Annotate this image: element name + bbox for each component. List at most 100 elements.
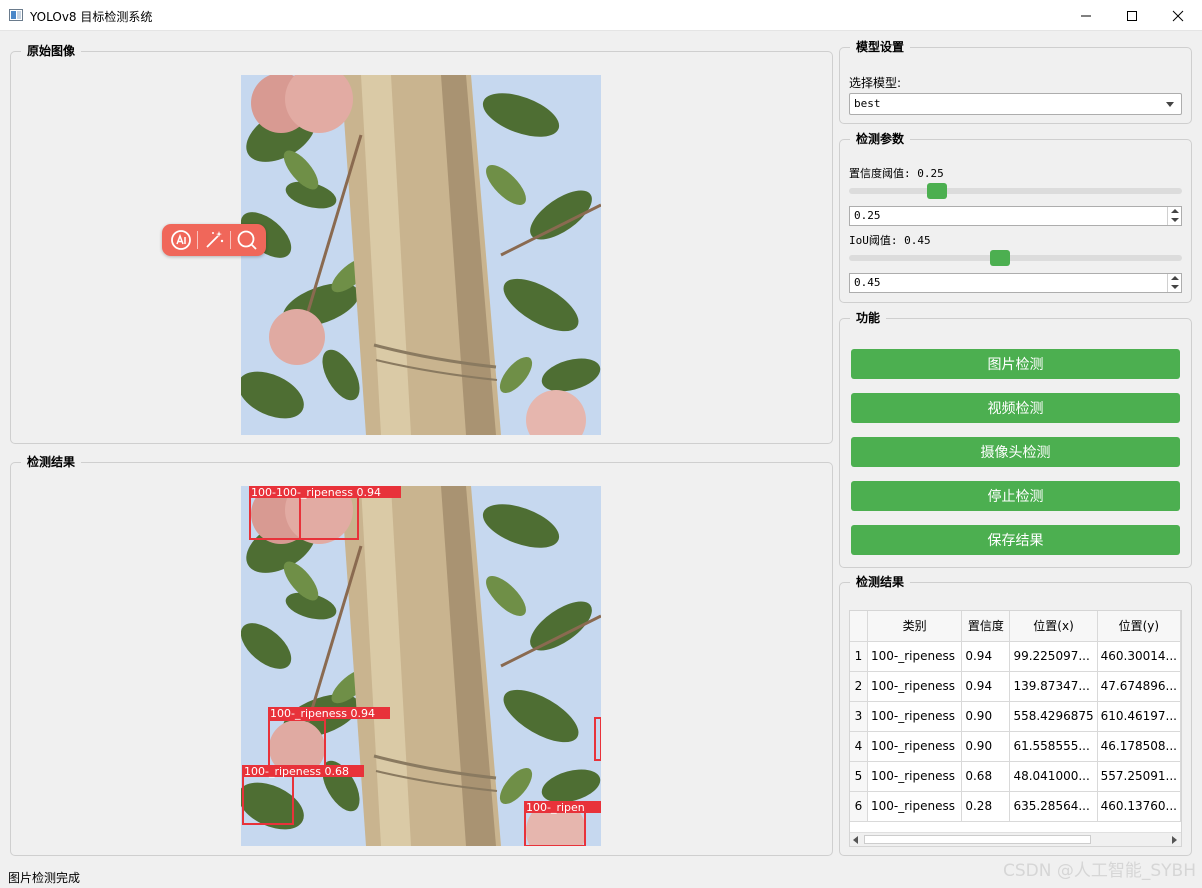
table-row[interactable]: 3 100-_ripeness 0.90 558.4296875 610.461… — [850, 701, 1181, 732]
toolbar-separator — [229, 231, 231, 249]
cell-confidence[interactable]: 0.94 — [961, 641, 1011, 672]
minimize-icon — [1081, 15, 1091, 16]
watermark: CSDN @人工智能_SYBH — [1003, 861, 1196, 881]
spin-buttons[interactable] — [1167, 207, 1181, 225]
row-number[interactable]: 1 — [850, 641, 868, 672]
stop-detect-button[interactable]: 停止检测 — [851, 481, 1180, 511]
cell-y[interactable]: 46.178508... — [1097, 731, 1181, 762]
cell-y[interactable]: 610.46197... — [1097, 701, 1181, 732]
spin-buttons[interactable] — [1167, 274, 1181, 292]
scroll-left-icon[interactable] — [853, 836, 858, 844]
iou-threshold-handle[interactable] — [990, 250, 1010, 266]
spin-down-icon[interactable] — [1171, 285, 1179, 289]
scrollbar-thumb[interactable] — [864, 835, 1091, 844]
cell-x[interactable]: 635.28564... — [1009, 791, 1098, 822]
column-header-class[interactable]: 类别 — [867, 611, 963, 642]
model-select-label: 选择模型: — [849, 76, 902, 90]
column-header-confidence[interactable]: 置信度 — [961, 611, 1011, 642]
cell-class[interactable]: 100-_ripeness — [867, 761, 963, 792]
table-row[interactable]: 6 100-_ripeness 0.28 635.28564... 460.13… — [850, 791, 1181, 822]
table-row[interactable]: 5 100-_ripeness 0.68 48.041000... 557.25… — [850, 761, 1181, 792]
cell-class[interactable]: 100-_ripeness — [867, 731, 963, 762]
table-row[interactable]: 4 100-_ripeness 0.90 61.558555... 46.178… — [850, 731, 1181, 762]
cell-confidence[interactable]: 0.94 — [961, 671, 1011, 702]
detection-label: 100-_ripen — [526, 801, 585, 814]
row-number[interactable]: 3 — [850, 701, 868, 732]
original-image — [241, 75, 601, 435]
detection-label: 100-_ripeness 0.94 — [270, 707, 375, 720]
cell-confidence[interactable]: 0.90 — [961, 701, 1011, 732]
cell-x[interactable]: 139.87347... — [1009, 671, 1098, 702]
chevron-down-icon — [1166, 102, 1174, 107]
cell-y[interactable]: 460.30014... — [1097, 641, 1181, 672]
conf-threshold-handle[interactable] — [927, 183, 947, 199]
row-number[interactable]: 4 — [850, 731, 868, 762]
model-select-value: best — [854, 97, 881, 110]
table-header-row: 类别 置信度 位置(x) 位置(y) — [850, 611, 1181, 642]
functions-title: 功能 — [850, 311, 887, 325]
iou-threshold-value: 0.45 — [854, 276, 881, 289]
conf-threshold-slider[interactable] — [849, 188, 1182, 194]
column-header-x[interactable]: 位置(x) — [1009, 611, 1098, 642]
results-table-title: 检测结果 — [850, 575, 911, 589]
original-image-title: 原始图像 — [21, 44, 82, 58]
cell-class[interactable]: 100-_ripeness — [867, 641, 963, 672]
cell-x[interactable]: 99.225097... — [1009, 641, 1098, 672]
iou-threshold-spinbox[interactable]: 0.45 — [849, 273, 1182, 293]
cell-confidence[interactable]: 0.90 — [961, 731, 1011, 762]
iou-threshold-label: IoU阈值: 0.45 — [849, 234, 931, 247]
conf-threshold-label: 置信度阈值: 0.25 — [849, 167, 944, 180]
detect-params-title: 检测参数 — [850, 132, 911, 146]
cell-class[interactable]: 100-_ripeness — [867, 701, 963, 732]
table-corner[interactable] — [850, 611, 868, 642]
model-select[interactable]: best — [849, 93, 1182, 115]
results-table[interactable]: 类别 置信度 位置(x) 位置(y) 1 100-_ripeness 0.94 … — [849, 610, 1182, 847]
title-bar: YOLOv8 目标检测系统 — [0, 0, 1202, 31]
table-row[interactable]: 2 100-_ripeness 0.94 139.87347... 47.674… — [850, 671, 1181, 702]
close-button[interactable] — [1155, 0, 1201, 31]
iou-threshold-slider[interactable] — [849, 255, 1182, 261]
cell-x[interactable]: 558.4296875 — [1009, 701, 1098, 732]
video-detect-button[interactable]: 视频检测 — [851, 393, 1180, 423]
toolbar-separator — [197, 231, 199, 249]
model-settings-title: 模型设置 — [850, 40, 911, 54]
window-title: YOLOv8 目标检测系统 — [30, 10, 153, 24]
table-row[interactable]: 1 100-_ripeness 0.94 99.225097... 460.30… — [850, 641, 1181, 672]
status-bar-text: 图片检测完成 — [8, 871, 81, 885]
conf-threshold-spinbox[interactable]: 0.25 — [849, 206, 1182, 226]
scroll-right-icon[interactable] — [1172, 836, 1177, 844]
row-number[interactable]: 6 — [850, 791, 868, 822]
close-icon — [1172, 10, 1184, 21]
cell-y[interactable]: 47.674896... — [1097, 671, 1181, 702]
ai-circle-icon[interactable] — [168, 227, 194, 253]
spin-down-icon[interactable] — [1171, 218, 1179, 222]
detection-label: 100-100-_ripeness 0.94 — [251, 486, 381, 499]
row-number[interactable]: 2 — [850, 671, 868, 702]
result-image-title: 检测结果 — [21, 455, 82, 469]
app-icon — [9, 9, 23, 21]
save-results-button[interactable]: 保存结果 — [851, 525, 1180, 555]
spin-up-icon[interactable] — [1171, 276, 1179, 280]
column-header-y[interactable]: 位置(y) — [1097, 611, 1181, 642]
cell-confidence[interactable]: 0.68 — [961, 761, 1011, 792]
ai-floating-toolbar[interactable] — [162, 224, 266, 256]
minimize-button[interactable] — [1063, 0, 1109, 31]
maximize-button[interactable] — [1109, 0, 1155, 31]
camera-detect-button[interactable]: 摄像头检测 — [851, 437, 1180, 467]
cell-y[interactable]: 557.25091... — [1097, 761, 1181, 792]
cell-x[interactable]: 61.558555... — [1009, 731, 1098, 762]
cell-y[interactable]: 460.13760... — [1097, 791, 1181, 822]
detection-label: 100-_ripeness 0.68 — [244, 765, 349, 778]
cell-confidence[interactable]: 0.28 — [961, 791, 1011, 822]
horizontal-scrollbar[interactable] — [850, 832, 1181, 846]
result-image: 100-100-_ripeness 0.94 100-_ripeness 0.9… — [241, 486, 601, 846]
search-icon[interactable] — [234, 227, 260, 253]
row-number[interactable]: 5 — [850, 761, 868, 792]
cell-class[interactable]: 100-_ripeness — [867, 671, 963, 702]
image-detect-button[interactable]: 图片检测 — [851, 349, 1180, 379]
magic-wand-icon[interactable] — [201, 227, 227, 253]
conf-threshold-value: 0.25 — [854, 209, 881, 222]
spin-up-icon[interactable] — [1171, 209, 1179, 213]
cell-class[interactable]: 100-_ripeness — [867, 791, 963, 822]
cell-x[interactable]: 48.041000... — [1009, 761, 1098, 792]
